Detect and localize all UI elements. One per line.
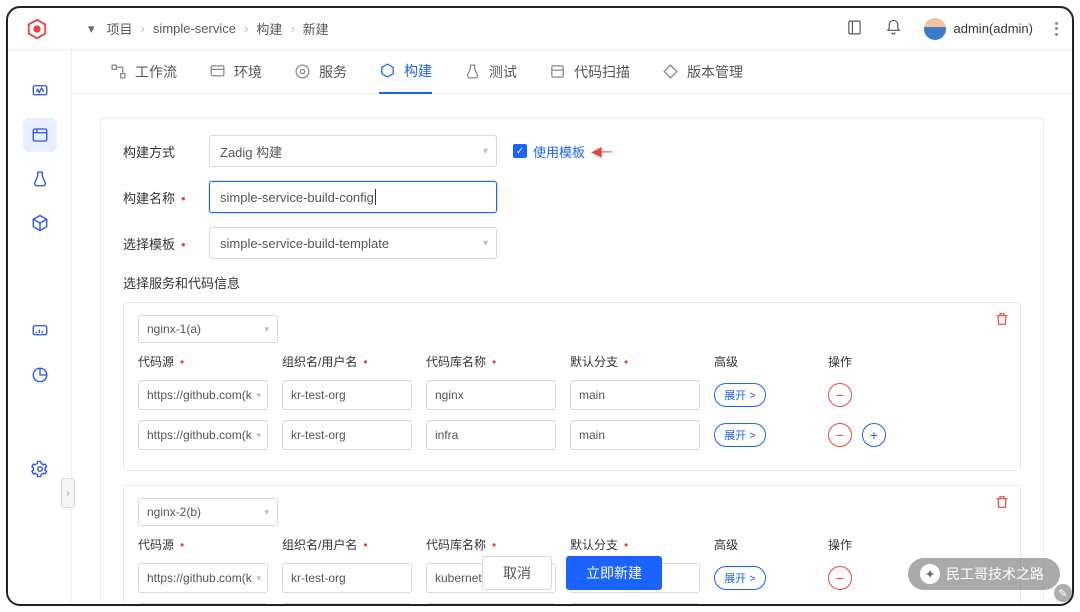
checkbox-checked-icon: ✓: [513, 144, 527, 158]
tab-workflow[interactable]: 工作流: [110, 50, 177, 94]
code-source-select[interactable]: https://github.com(k▾: [138, 380, 268, 410]
breadcrumb-caret-icon[interactable]: ▾: [88, 21, 95, 37]
docs-icon[interactable]: [846, 19, 863, 39]
expand-advanced-button[interactable]: 展开 >: [714, 383, 766, 407]
rail-test-icon[interactable]: [23, 162, 57, 196]
app-logo-icon: [26, 18, 48, 40]
topbar: ▾ 项目 › simple-service › 构建 › 新建 admin(ad…: [8, 8, 1072, 50]
repo-row: https://github.com(k▾ kr-test-org nginx mai…: [138, 380, 1006, 410]
repo-column-headers: 代码源 •组织名/用户名 •代码库名称 •默认分支 •高级操作: [138, 353, 1006, 370]
remove-row-button[interactable]: −: [828, 383, 852, 407]
tab-test[interactable]: 测试: [464, 50, 517, 94]
repo-row: https://github.com(k▾ kr-test-org infra mai…: [138, 420, 1006, 450]
breadcrumb-page: 新建: [303, 19, 329, 38]
bell-icon[interactable]: [885, 19, 902, 39]
build-name-label: 构建名称•: [123, 188, 209, 207]
submit-button[interactable]: 立即新建: [566, 556, 662, 590]
user-menu[interactable]: admin(admin): [924, 18, 1033, 40]
remove-row-button[interactable]: −: [828, 423, 852, 447]
build-method-select[interactable]: Zadig 构建▾: [209, 135, 497, 167]
watermark-badge: ✦ 民工哥技术之路: [908, 558, 1060, 590]
chevron-down-icon: ▾: [483, 146, 488, 157]
service-block: nginx-1(a)▾ 代码源 •组织名/用户名 •代码库名称 •默认分支 •高级…: [123, 302, 1021, 471]
org-input[interactable]: kr-test-org: [282, 380, 412, 410]
repo-row: https://github.com(k▾ kr-test-org infra mai…: [138, 603, 1006, 604]
user-name: admin(admin): [954, 21, 1033, 36]
watermark-corner-icon: ✎: [1054, 584, 1072, 602]
service-select[interactable]: nginx-2(b)▾: [138, 498, 278, 526]
breadcrumb: ▾ 项目 › simple-service › 构建 › 新建: [88, 19, 329, 38]
repo-input[interactable]: nginx: [426, 380, 556, 410]
delete-service-icon[interactable]: [994, 494, 1010, 510]
expand-advanced-button[interactable]: 展开 >: [714, 423, 766, 447]
rail-dashboard-icon[interactable]: [23, 314, 57, 348]
project-tabs: 工作流 环境 服务 构建 测试 代码扫描 版本管理: [72, 50, 1072, 94]
chevron-down-icon: ▾: [483, 238, 488, 249]
repo-input[interactable]: infra: [426, 420, 556, 450]
template-select[interactable]: simple-service-build-template▾: [209, 227, 497, 259]
breadcrumb-root[interactable]: 项目: [107, 19, 133, 38]
tab-env[interactable]: 环境: [209, 50, 262, 94]
tab-version[interactable]: 版本管理: [662, 50, 743, 94]
tab-build[interactable]: 构建: [379, 50, 432, 94]
breadcrumb-project[interactable]: simple-service: [153, 21, 236, 36]
add-row-button[interactable]: +: [862, 423, 886, 447]
repo-input[interactable]: infra: [426, 603, 556, 604]
breadcrumb-section[interactable]: 构建: [256, 19, 282, 38]
template-label: 选择模板•: [123, 234, 209, 253]
chevron-down-icon: ▾: [264, 324, 269, 335]
avatar: [924, 18, 946, 40]
code-source-select[interactable]: https://github.com(k▾: [138, 420, 268, 450]
org-input[interactable]: kr-test-org: [282, 420, 412, 450]
code-source-select[interactable]: https://github.com(k▾: [138, 603, 268, 604]
content-scroll[interactable]: 构建方式 Zadig 构建▾ ✓ 使用模板 ◀─ 构建名称• simple-se…: [72, 94, 1072, 604]
tab-scan[interactable]: 代码扫描: [549, 50, 630, 94]
rail-pie-icon[interactable]: [23, 358, 57, 392]
delete-service-icon[interactable]: [994, 311, 1010, 327]
branch-input[interactable]: main: [570, 380, 700, 410]
build-method-label: 构建方式: [123, 142, 209, 161]
rail-package-icon[interactable]: [23, 206, 57, 240]
left-rail: [8, 50, 72, 604]
build-form-panel: 构建方式 Zadig 构建▾ ✓ 使用模板 ◀─ 构建名称• simple-se…: [100, 118, 1044, 604]
more-icon[interactable]: [1055, 22, 1058, 36]
rail-build-icon[interactable]: [23, 118, 57, 152]
org-input[interactable]: kr-test-org: [282, 603, 412, 604]
rail-settings-icon[interactable]: [23, 452, 57, 486]
wechat-icon: ✦: [920, 564, 940, 584]
service-section-title: 选择服务和代码信息: [123, 273, 1021, 292]
branch-input[interactable]: main: [570, 603, 700, 604]
build-name-input[interactable]: simple-service-build-config: [209, 181, 497, 213]
use-template-checkbox[interactable]: ✓ 使用模板: [513, 142, 585, 161]
chevron-down-icon: ▾: [264, 507, 269, 518]
cancel-button[interactable]: 取消: [482, 556, 552, 590]
callout-arrow-icon: ◀─: [591, 143, 612, 160]
repo-column-headers: 代码源 •组织名/用户名 •代码库名称 •默认分支 •高级操作: [138, 536, 1006, 553]
branch-input[interactable]: main: [570, 420, 700, 450]
rail-monitor-icon[interactable]: [23, 74, 57, 108]
tab-service[interactable]: 服务: [294, 50, 347, 94]
service-select[interactable]: nginx-1(a)▾: [138, 315, 278, 343]
